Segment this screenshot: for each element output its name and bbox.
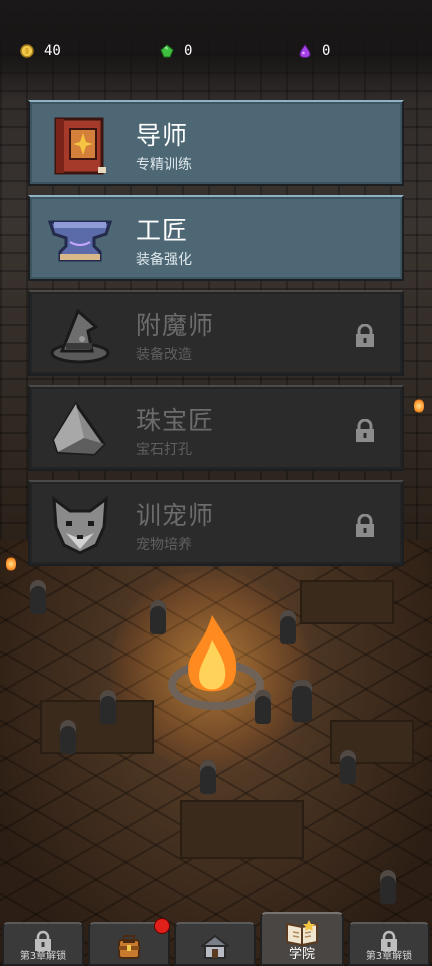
card-subtitle: 宝石打孔	[136, 442, 192, 458]
green-gem-counter: 0	[160, 40, 192, 62]
nav-label: 第3章解锁	[365, 951, 413, 962]
tavern-patron	[100, 690, 116, 724]
nav-locked-left[interactable]: 第3章解锁	[2, 922, 84, 966]
gold-counter: 40	[20, 40, 61, 62]
gold-value: 40	[44, 43, 61, 59]
gold-coin-icon	[20, 44, 34, 58]
card-subtitle: 装备改造	[136, 347, 192, 363]
spellbook-icon	[54, 117, 106, 175]
anvil-icon	[48, 220, 112, 262]
lock-icon	[356, 324, 374, 347]
green-gem-icon	[160, 44, 174, 58]
artisan-card[interactable]: 工匠 装备强化	[28, 195, 404, 281]
tavern-table	[300, 580, 394, 624]
torch-flame	[6, 556, 16, 572]
gem-stone-icon	[52, 401, 106, 456]
pet-trainer-card[interactable]: 训宠师 宠物培养	[28, 480, 404, 566]
purple-gem-icon	[299, 44, 311, 58]
tavern-patron	[255, 690, 271, 724]
nav-shop[interactable]	[174, 922, 256, 966]
card-title: 工匠	[136, 216, 189, 245]
campfire-icon	[188, 615, 237, 692]
resource-bar: 40 0 0	[0, 0, 432, 100]
tavern-table	[40, 700, 154, 754]
mentor-card[interactable]: 导师 专精训练	[28, 100, 404, 186]
wizard-hat-icon	[50, 308, 110, 364]
purple-gem-counter: 0	[298, 40, 330, 62]
nav-locked-right[interactable]: 第3章解锁	[348, 922, 430, 966]
backpack-icon	[118, 935, 140, 959]
card-subtitle: 装备强化	[136, 252, 192, 268]
lock-icon	[356, 419, 374, 442]
card-title: 珠宝匠	[136, 406, 215, 435]
nav-label: 第3章解锁	[19, 951, 67, 962]
tavern-patron	[280, 610, 296, 644]
enchanter-card[interactable]: 附魔师 装备改造	[28, 290, 404, 376]
jeweler-card[interactable]: 珠宝匠 宝石打孔	[28, 385, 404, 471]
card-title: 导师	[136, 121, 189, 150]
wolf-head-icon	[52, 495, 108, 555]
academy-book-icon	[286, 920, 318, 946]
card-subtitle: 宠物培养	[136, 537, 192, 553]
tavern-patron	[60, 720, 76, 754]
bottom-nav: 第3章解锁 学院 第3章解锁	[0, 912, 432, 966]
tavern-patron	[30, 580, 46, 614]
tavern-patron	[150, 600, 166, 634]
tavern-table	[180, 800, 304, 859]
nav-academy[interactable]: 学院	[260, 912, 344, 966]
nav-backpack[interactable]	[88, 918, 170, 966]
card-title: 训宠师	[136, 501, 215, 530]
tavern-patron	[380, 870, 396, 904]
notification-badge	[154, 918, 170, 934]
nav-label: 学院	[288, 947, 315, 962]
purple-gem-value: 0	[322, 43, 331, 59]
lock-icon	[356, 514, 374, 537]
torch-flame	[414, 398, 424, 414]
tavern-patron	[292, 680, 312, 722]
shop-house-icon	[201, 934, 229, 959]
card-title: 附魔师	[136, 311, 215, 340]
tavern-patron	[200, 760, 216, 794]
card-subtitle: 专精训练	[136, 157, 192, 173]
tavern-patron	[340, 750, 356, 784]
green-gem-value: 0	[184, 43, 193, 59]
